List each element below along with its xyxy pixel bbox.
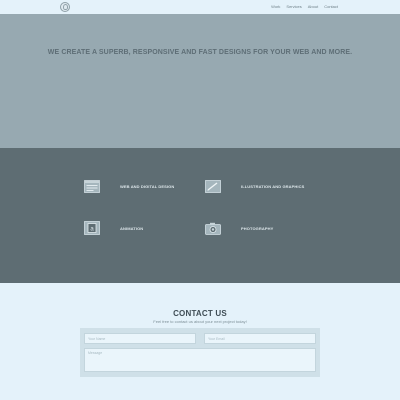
service-illustration: ILLUSTRATION AND GRAPHICS <box>205 179 304 193</box>
hero-section: WE CREATE A SUPERB, RESPONSIVE AND FAST … <box>0 14 400 148</box>
pencil-drawing-icon <box>205 179 221 193</box>
logo-icon[interactable] <box>60 2 70 12</box>
nav-link-about[interactable]: About <box>308 4 318 10</box>
logo-mark <box>63 4 68 10</box>
top-navbar: Work Services About Contact <box>0 0 400 14</box>
contact-subtitle: Feel free to contact us about your next … <box>153 319 247 324</box>
service-label: PHOTOGRAPHY <box>241 225 274 231</box>
contact-title: CONTACT US <box>173 309 227 318</box>
email-input[interactable] <box>204 333 316 344</box>
nav-link-contact[interactable]: Contact <box>324 4 338 10</box>
name-input[interactable] <box>84 333 196 344</box>
browser-window-icon <box>84 179 100 193</box>
contact-form <box>80 328 320 377</box>
message-textarea[interactable] <box>84 348 316 372</box>
film-icon: a <box>84 221 100 235</box>
service-photography: PHOTOGRAPHY <box>205 221 273 235</box>
nav-link-work[interactable]: Work <box>271 4 280 10</box>
contact-section: CONTACT US Feel free to contact us about… <box>0 283 400 400</box>
services-section: WEB AND DIGITAL DESIGN ILLUSTRATION AND … <box>0 148 400 283</box>
main-nav: Work Services About Contact <box>271 4 338 10</box>
hero-title: WE CREATE A SUPERB, RESPONSIVE AND FAST … <box>47 49 353 56</box>
service-label: WEB AND DIGITAL DESIGN <box>120 183 175 189</box>
camera-icon <box>205 221 221 235</box>
service-label: ANIMATION <box>120 225 144 231</box>
service-web-design: WEB AND DIGITAL DESIGN <box>84 179 174 193</box>
service-animation: a ANIMATION <box>84 221 143 235</box>
service-label: ILLUSTRATION AND GRAPHICS <box>241 183 305 189</box>
nav-link-services[interactable]: Services <box>286 4 301 10</box>
